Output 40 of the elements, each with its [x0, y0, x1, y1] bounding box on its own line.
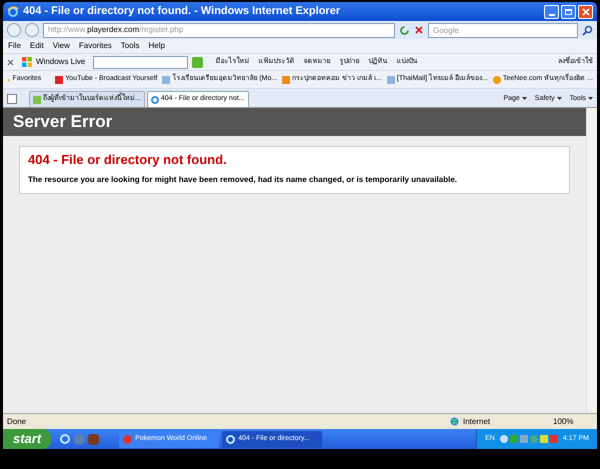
window-title: 404 - File or directory not found. - Windows Internet Explorer — [23, 4, 342, 20]
menu-item[interactable]: Tools — [120, 40, 140, 52]
globe-icon — [450, 417, 459, 426]
caret-icon — [588, 97, 593, 100]
menu-item[interactable]: Favorites — [78, 40, 112, 52]
menu-item[interactable]: Help — [148, 40, 165, 52]
search-field[interactable]: Google — [428, 22, 578, 38]
close-icon[interactable] — [7, 58, 14, 66]
tray-icons-drawing — [500, 435, 558, 443]
refresh-icon[interactable] — [399, 24, 410, 36]
scrollbar[interactable] — [586, 108, 597, 413]
start-button[interactable]: start — [3, 429, 52, 449]
caret-icon — [556, 97, 562, 100]
browser-icon[interactable] — [59, 433, 72, 445]
restore-button[interactable] — [561, 4, 576, 18]
page-title: Server Error — [13, 111, 112, 134]
error-message: The resource you are looking for might have been removed, had its name changed, or is temporarily unavailable. — [28, 174, 458, 186]
search-icon[interactable] — [582, 24, 593, 36]
security-zone: Internet — [463, 416, 492, 428]
zoom-level[interactable]: 100% — [553, 416, 593, 428]
menu-item[interactable]: View — [52, 40, 70, 52]
error-heading: 404 - File or directory not found. — [28, 151, 228, 169]
close-button[interactable] — [578, 4, 593, 18]
live-search-field[interactable] — [93, 56, 188, 68]
menu-item[interactable]: Edit — [30, 40, 44, 52]
address-field[interactable]: http://www.playerdex.com/register.php — [43, 22, 395, 38]
browser-icon — [7, 6, 19, 18]
toolbar-brand: Windows Live — [36, 56, 86, 68]
windows-logo-icon — [22, 57, 32, 67]
address-url: http://www.playerdex.com/register.php — [48, 24, 184, 36]
menu-item[interactable]: File — [8, 40, 21, 52]
search-button[interactable] — [192, 56, 204, 68]
caret-icon — [522, 97, 527, 100]
stop-icon[interactable] — [414, 25, 424, 35]
minimize-button[interactable] — [544, 4, 559, 18]
status-text: Done — [7, 416, 28, 428]
close-icon — [582, 8, 590, 16]
forward-button[interactable] — [25, 23, 39, 37]
quick-tabs-icon[interactable] — [7, 94, 17, 104]
back-button[interactable] — [7, 23, 21, 37]
